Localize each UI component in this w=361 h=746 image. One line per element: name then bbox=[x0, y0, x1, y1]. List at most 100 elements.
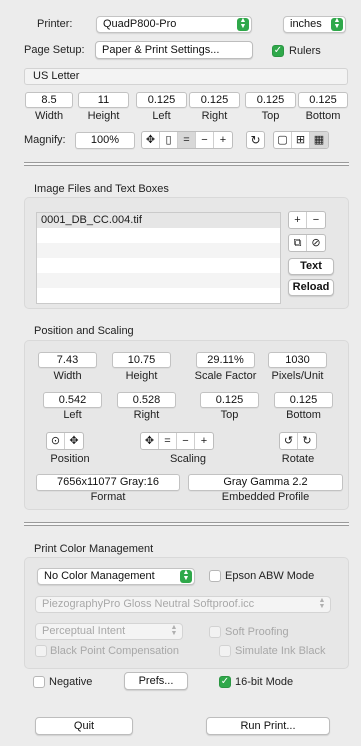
refresh-icon[interactable]: ↻ bbox=[246, 131, 265, 149]
pixels-per-unit-field[interactable]: 1030 bbox=[268, 352, 327, 368]
simulate-ink-black-label: Simulate Ink Black bbox=[235, 645, 326, 657]
position-label: Position bbox=[50, 453, 90, 465]
page-setup-label: Page Setup: bbox=[24, 44, 85, 56]
printer-select[interactable]: QuadP800-Pro ▲ ▼ bbox=[96, 16, 252, 33]
fit-icon[interactable]: ✥ bbox=[141, 433, 159, 449]
paper-width-label: Width bbox=[34, 110, 64, 122]
printer-label: Printer: bbox=[37, 18, 73, 30]
single-layout-icon[interactable]: ▢ bbox=[274, 132, 292, 148]
rotate-buttons: ↺ ↻ bbox=[279, 432, 317, 450]
clear-icon[interactable]: ⊘ bbox=[307, 235, 325, 251]
soft-proofing-checkbox[interactable] bbox=[209, 626, 221, 638]
page-icon[interactable]: ▯ bbox=[160, 132, 178, 148]
position-top-label: Top bbox=[220, 409, 239, 421]
layout-tools: ▢ ⊞ ▦ bbox=[273, 131, 329, 149]
16-bit-mode-checkbox[interactable]: ✓ bbox=[219, 676, 231, 688]
position-right-label: Right bbox=[133, 409, 160, 421]
printer-select-value: QuadP800-Pro bbox=[103, 18, 177, 30]
position-bottom-label: Bottom bbox=[286, 409, 321, 421]
position-left-field[interactable]: 0.542 bbox=[43, 392, 102, 408]
format-label: Format bbox=[90, 491, 126, 503]
prefs-button[interactable]: Prefs... bbox=[124, 672, 188, 690]
paper-name-field[interactable]: US Letter bbox=[24, 68, 348, 85]
reload-button[interactable]: Reload bbox=[288, 279, 334, 296]
color-management-value: No Color Management bbox=[44, 570, 155, 582]
center-icon[interactable]: ⊙ bbox=[47, 433, 65, 449]
rotate-left-icon[interactable]: ↺ bbox=[280, 433, 298, 449]
equals-icon[interactable]: = bbox=[178, 132, 196, 148]
black-point-compensation-checkbox[interactable] bbox=[35, 645, 47, 657]
position-scaling-title: Position and Scaling bbox=[34, 325, 134, 337]
duplicate-icon[interactable]: ⧉ bbox=[289, 235, 307, 251]
position-bottom-field[interactable]: 0.125 bbox=[274, 392, 333, 408]
scale-factor-field[interactable]: 29.11% bbox=[196, 352, 255, 368]
list-item[interactable] bbox=[37, 258, 280, 273]
image-width-label: Width bbox=[53, 370, 82, 382]
scale-factor-label: Scale Factor bbox=[194, 370, 257, 382]
separator-top bbox=[24, 162, 349, 166]
paper-width-field[interactable]: 8.5 bbox=[25, 92, 73, 108]
magnify-field[interactable]: 100% bbox=[75, 132, 135, 149]
image-height-label: Height bbox=[125, 370, 158, 382]
grid-layout-icon[interactable]: ▦ bbox=[310, 132, 328, 148]
position-right-field[interactable]: 0.528 bbox=[117, 392, 176, 408]
black-point-compensation-label: Black Point Compensation bbox=[50, 645, 180, 657]
position-top-field[interactable]: 0.125 bbox=[200, 392, 259, 408]
equal-scale-icon[interactable]: = bbox=[159, 433, 177, 449]
image-height-field[interactable]: 10.75 bbox=[112, 352, 171, 368]
paper-print-settings-button[interactable]: Paper & Print Settings... bbox=[95, 41, 253, 59]
popup-arrows-icon: ▲ ▼ bbox=[237, 17, 249, 31]
list-item[interactable] bbox=[37, 228, 280, 243]
add-remove-buttons: + − bbox=[288, 211, 326, 229]
margin-left-field[interactable]: 0.125 bbox=[136, 92, 187, 108]
icc-profile-value: PiezographyPro Gloss Neutral Softproof.i… bbox=[42, 598, 255, 610]
image-file-list[interactable]: 0001_DB_CC.004.tif bbox=[36, 212, 281, 304]
scaling-label: Scaling bbox=[169, 453, 207, 465]
soft-proofing-label: Soft Proofing bbox=[225, 626, 289, 638]
pixels-per-unit-label: Pixels/Unit bbox=[271, 370, 324, 382]
run-print-button[interactable]: Run Print... bbox=[206, 717, 330, 735]
image-files-title: Image Files and Text Boxes bbox=[34, 183, 169, 195]
icc-profile-select[interactable]: PiezographyPro Gloss Neutral Softproof.i… bbox=[35, 596, 331, 613]
rotate-right-icon[interactable]: ↻ bbox=[298, 433, 316, 449]
negative-checkbox[interactable] bbox=[33, 676, 45, 688]
color-management-select[interactable]: No Color Management ▲ ▼ bbox=[37, 568, 195, 585]
move-icon[interactable]: ✥ bbox=[142, 132, 160, 148]
scaling-buttons: ✥ = − + bbox=[140, 432, 214, 450]
image-width-field[interactable]: 7.43 bbox=[38, 352, 97, 368]
simulate-ink-black-checkbox[interactable] bbox=[219, 645, 231, 657]
text-button[interactable]: Text bbox=[288, 258, 334, 275]
rulers-label: Rulers bbox=[289, 45, 321, 57]
four-up-layout-icon[interactable]: ⊞ bbox=[292, 132, 310, 148]
remove-icon[interactable]: − bbox=[307, 212, 325, 228]
margin-bottom-label: Bottom bbox=[305, 110, 341, 122]
margin-top-field[interactable]: 0.125 bbox=[245, 92, 296, 108]
paper-height-field[interactable]: 11 bbox=[78, 92, 129, 108]
position-left-label: Left bbox=[63, 409, 82, 421]
list-item[interactable] bbox=[37, 243, 280, 258]
margin-right-field[interactable]: 0.125 bbox=[189, 92, 240, 108]
move-icon[interactable]: ✥ bbox=[65, 433, 83, 449]
add-icon[interactable]: + bbox=[289, 212, 307, 228]
paper-height-label: Height bbox=[87, 110, 120, 122]
margin-bottom-field[interactable]: 0.125 bbox=[298, 92, 348, 108]
scale-up-icon[interactable]: + bbox=[195, 433, 213, 449]
position-buttons: ⊙ ✥ bbox=[46, 432, 84, 450]
embedded-profile-field: Gray Gamma 2.2 bbox=[188, 474, 343, 491]
list-item[interactable]: 0001_DB_CC.004.tif bbox=[37, 213, 280, 228]
margin-right-label: Right bbox=[201, 110, 228, 122]
list-item[interactable] bbox=[37, 288, 280, 303]
rendering-intent-select[interactable]: Perceptual Intent ▲ ▼ bbox=[35, 623, 183, 640]
rulers-checkbox[interactable]: ✓ bbox=[272, 45, 284, 57]
list-item[interactable] bbox=[37, 273, 280, 288]
embedded-profile-label: Embedded Profile bbox=[221, 491, 310, 503]
units-select[interactable]: inches ▲ ▼ bbox=[283, 16, 346, 33]
popup-arrows-icon: ▲ ▼ bbox=[331, 17, 343, 31]
quit-button[interactable]: Quit bbox=[35, 717, 133, 735]
epson-abw-checkbox[interactable] bbox=[209, 570, 221, 582]
scale-down-icon[interactable]: − bbox=[177, 433, 195, 449]
units-select-value: inches bbox=[290, 18, 322, 30]
popup-arrows-icon: ▲ ▼ bbox=[170, 624, 178, 637]
zoom-in-icon[interactable]: + bbox=[214, 132, 232, 148]
zoom-out-icon[interactable]: − bbox=[196, 132, 214, 148]
